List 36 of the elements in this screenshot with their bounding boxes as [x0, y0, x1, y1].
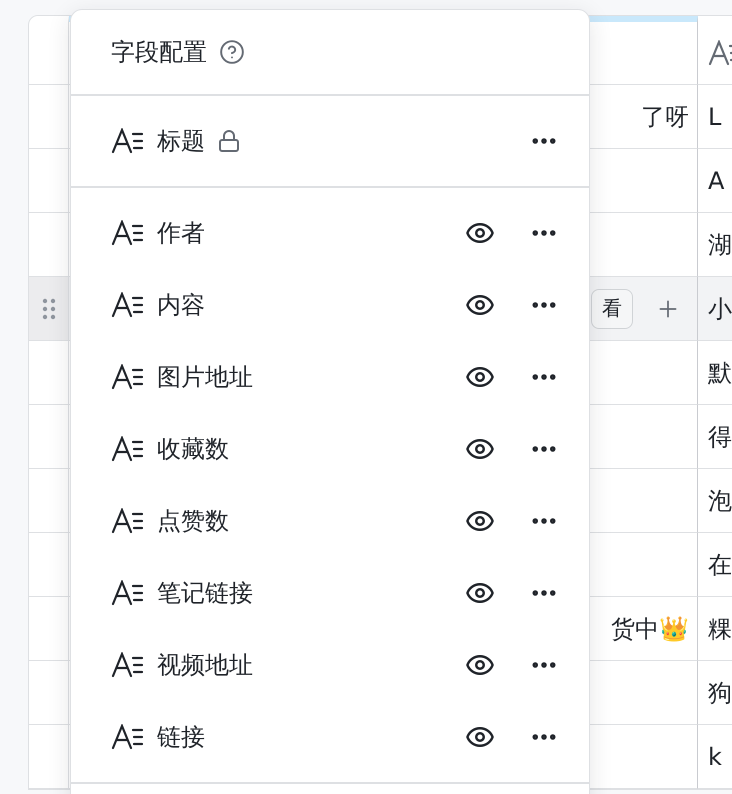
text-field-icon [111, 220, 145, 246]
field-name: 内容 [157, 290, 205, 321]
cell-text: 默 [708, 358, 732, 388]
text-field-icon [111, 436, 145, 462]
popup-title: 字段配置 [111, 37, 207, 68]
field-name: 链接 [157, 722, 205, 753]
cell-text: 粿 [708, 614, 732, 644]
field-name: 笔记链接 [157, 578, 253, 609]
drag-handle-icon[interactable] [42, 298, 56, 320]
cell-text: 泡 [708, 486, 732, 516]
field-name: 点赞数 [157, 506, 229, 537]
field-name: 收藏数 [157, 434, 229, 465]
text-field-icon [111, 292, 145, 318]
help-icon[interactable] [219, 39, 245, 65]
text-field-icon [111, 508, 145, 534]
field-name: 标题 [157, 126, 205, 157]
cell-text: 在 [708, 550, 732, 580]
cell-text: 得 [708, 422, 732, 452]
view-button[interactable]: 看 [591, 288, 633, 328]
text-field-icon [111, 724, 145, 750]
cell-text: L [708, 102, 722, 130]
cell-text: 狗 [708, 678, 732, 708]
field-name: 作者 [157, 218, 205, 249]
cell-text: k [708, 742, 722, 770]
field-name: 图片地址 [157, 362, 253, 393]
text-field-icon [111, 128, 145, 154]
text-field-icon [111, 364, 145, 390]
cell-text: 湖 [708, 230, 732, 260]
text-field-icon [111, 652, 145, 678]
text-field-icon [111, 580, 145, 606]
cell-text: A [708, 166, 724, 194]
cell-text: 货中👑 [611, 614, 689, 644]
cell-text: 了呀 [641, 102, 689, 132]
text-field-icon [708, 40, 732, 66]
field-name: 视频地址 [157, 650, 253, 681]
cell-text: 小 [708, 294, 732, 324]
